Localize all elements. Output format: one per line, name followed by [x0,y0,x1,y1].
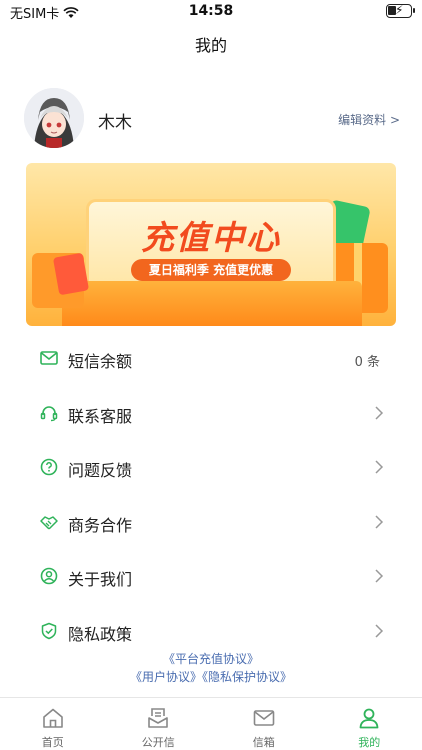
menu-item-sms-balance[interactable]: 短信余额 0 条 [0,331,422,386]
tab-mailbox[interactable]: 信箱 [211,698,317,750]
clock: 14:58 [188,3,234,19]
menu-item-contact-service[interactable]: 联系客服 [0,386,422,441]
recharge-agreement-link[interactable]: 《平台充值协议》 [163,652,259,666]
user-circle-icon [40,567,58,585]
agreement-links: 《平台充值协议》 《用户协议》《隐私保护协议》 [0,650,422,686]
menu-label: 问题反馈 [68,461,133,480]
tab-label: 信箱 [252,736,275,749]
charging-bolt-icon: ⚡ [395,3,404,17]
tab-label: 我的 [358,736,381,749]
headset-icon [40,405,58,421]
tab-label: 公开信 [141,736,175,749]
chevron-right-icon [375,569,384,583]
tab-home[interactable]: 首页 [0,698,106,750]
tab-mine[interactable]: 我的 [317,698,422,750]
question-icon [40,458,58,476]
tab-public-letter[interactable]: 公开信 [106,698,212,750]
page-title: 我的 [194,36,227,55]
profile-header[interactable]: 木木 编辑资料 > [24,88,400,152]
inbox-icon [148,708,169,728]
handshake-icon [40,515,58,529]
edit-profile-link[interactable]: 编辑资料 > [338,111,400,128]
menu-label: 短信余额 [68,352,133,371]
menu-label: 商务合作 [68,515,133,535]
shield-icon [41,622,57,639]
banner-subtitle: 夏日福利季 充值更优惠 [131,259,291,281]
mail-icon [40,351,58,365]
home-icon [42,708,63,728]
menu-label: 隐私政策 [68,624,133,644]
battery-icon: ⚡ [386,3,415,18]
menu-label: 关于我们 [68,570,133,589]
recharge-banner[interactable]: 充值中心 夏日福利季 充值更优惠 [26,163,396,326]
menu-label: 联系客服 [68,406,133,426]
menu-item-feedback[interactable]: 问题反馈 [0,440,422,495]
stage-decoration [62,281,362,326]
envelope-icon [253,710,275,726]
chevron-right-icon [375,623,384,638]
sms-balance-value: 0 条 [354,355,380,370]
settings-menu: 短信余额 0 条 联系客服 问题反馈 商务合作 关于我们 隐私政策 [0,331,422,658]
privacy-agreement-link[interactable]: 《隐私保护协议》 [202,670,292,684]
chevron-right-icon [375,460,384,474]
tab-bar: 首页 公开信 信箱 我的 [0,697,422,750]
username: 木木 [98,113,132,133]
avatar[interactable] [24,88,84,148]
person-icon [359,708,379,729]
menu-item-business[interactable]: 商务合作 [0,495,422,550]
chevron-right-icon [375,514,384,529]
chevron-right-icon [375,405,384,420]
user-agreement-link[interactable]: 《用户协议》 [130,670,202,684]
banner-title: 充值中心 [141,218,281,257]
red-envelope-decoration [52,252,90,296]
status-bar: 无SIM卡 14:58 ⚡ [0,0,422,24]
menu-item-about[interactable]: 关于我们 [0,549,422,604]
tab-label: 首页 [41,736,64,749]
